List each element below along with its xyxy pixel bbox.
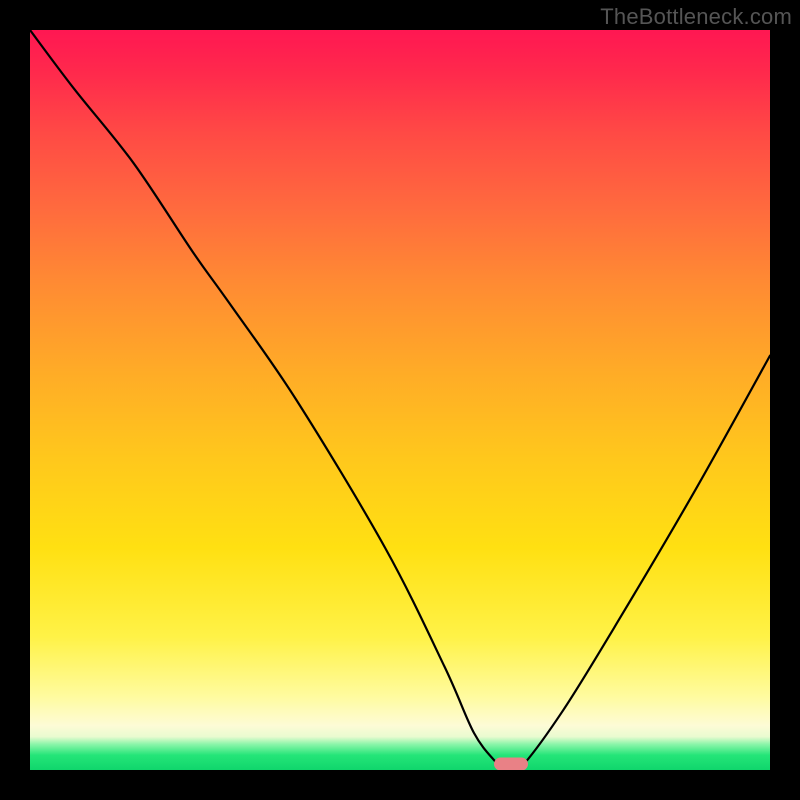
chart-frame: TheBottleneck.com — [0, 0, 800, 800]
watermark-text: TheBottleneck.com — [600, 4, 792, 30]
plot-area — [30, 30, 770, 770]
curve-path — [30, 30, 770, 770]
optimal-marker — [494, 758, 528, 770]
bottleneck-curve — [30, 30, 770, 770]
